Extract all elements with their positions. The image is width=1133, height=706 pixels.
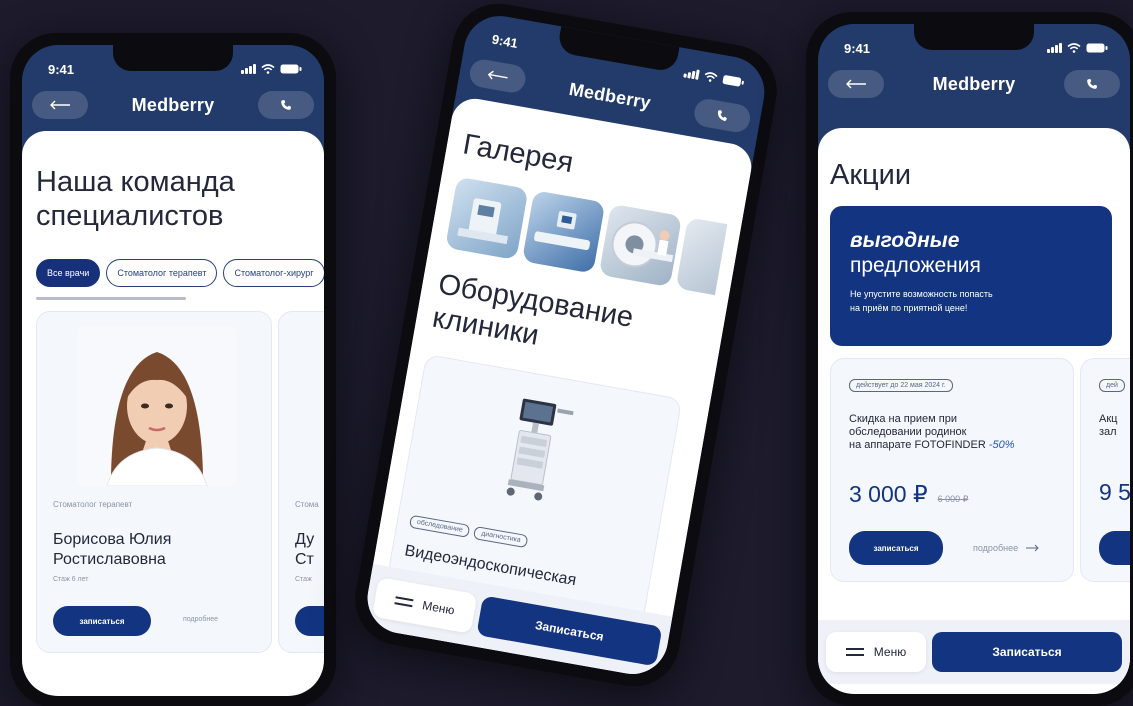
book-offer-button-next[interactable] [1099, 531, 1130, 565]
signal-icon [683, 67, 700, 80]
signal-icon [1047, 43, 1062, 53]
offer-details-link[interactable]: подробнее [973, 543, 1040, 553]
offer-card-next[interactable]: дей Акц зал 9 5 [1080, 358, 1130, 582]
hospital-bed-icon [534, 211, 591, 251]
gallery-screen: 9:41 Medberry Галерея Оборудование клини… [361, 10, 771, 680]
logo-medberry: Medberry [567, 78, 653, 113]
wifi-icon [1067, 43, 1081, 53]
arrow-left-icon [487, 70, 508, 80]
banner-title: выгодные предложения [850, 229, 981, 278]
team-content: Наша команда специалистов Все врачи Стом… [22, 131, 324, 696]
offer-valid-badge: действует до 22 мая 2024 г. [849, 379, 953, 392]
doctor-name: Борисова Юлия Ростиславовна [53, 531, 172, 568]
back-button[interactable] [828, 70, 884, 98]
page-title: Акции [830, 159, 912, 191]
status-icons [241, 64, 302, 74]
status-time: 9:41 [490, 31, 520, 51]
arrow-left-icon [846, 79, 866, 89]
bottom-bar: Меню Записаться [818, 620, 1130, 684]
gallery-title: Галерея [460, 128, 576, 180]
offer-text: Скидка на прием при обследовании родинок… [849, 413, 1015, 452]
promo-banner[interactable]: выгодные предложения Не упустите возможн… [830, 206, 1112, 346]
top-navbar: Medberry [828, 68, 1120, 100]
team-screen: 9:41 Medberry Наша команда специалистов … [22, 45, 324, 696]
phone-promo-screen: 9:41 Medberry Акции выгодные предложения [806, 12, 1133, 706]
offer-card[interactable]: действует до 22 мая 2024 г. Скидка на пр… [830, 358, 1074, 582]
back-button[interactable] [467, 57, 528, 95]
offer-price-row: 3 000 ₽ 6 000 ₽ [849, 481, 968, 508]
phone-gallery-screen: 9:41 Medberry Галерея Оборудование клини… [348, 0, 784, 694]
phone-notch [113, 45, 233, 71]
offer-price: 3 000 ₽ [849, 481, 928, 507]
logo-medberry: Medberry [131, 94, 215, 115]
hamburger-icon [845, 648, 864, 656]
equipment-tag: диагностика [473, 526, 529, 549]
offer-discount: -50% [988, 439, 1015, 452]
signal-icon [241, 64, 256, 74]
equipment-tags: обследование диагностика [408, 514, 529, 549]
doctor-experience: Стаж 6 лет [53, 576, 89, 583]
top-navbar: Medberry [32, 89, 314, 121]
gallery-photo[interactable] [675, 217, 728, 296]
menu-button[interactable]: Меню [371, 577, 478, 634]
doctor-portrait-icon [106, 352, 208, 486]
status-time: 9:41 [48, 61, 75, 77]
ct-scanner-icon [611, 221, 674, 268]
doctor-specialty: Стоматолог терапевт [53, 500, 133, 509]
battery-icon [722, 74, 745, 88]
filter-therapist[interactable]: Стоматолог терапевт [106, 259, 218, 287]
logo-medberry: Medberry [932, 73, 1016, 94]
book-doctor-button[interactable]: записаться [53, 606, 151, 636]
back-button[interactable] [32, 91, 88, 119]
doctor-details-link[interactable]: подробнее [183, 616, 218, 623]
book-offer-button[interactable]: записаться [849, 531, 943, 565]
promo-screen: 9:41 Medberry Акции выгодные предложения [818, 24, 1130, 694]
offer-old-price: 6 000 ₽ [937, 494, 969, 504]
endoscopy-rack-icon [506, 398, 574, 501]
status-icons [1047, 43, 1108, 53]
phone-icon [1087, 79, 1097, 89]
wifi-icon [261, 64, 275, 74]
battery-icon [280, 64, 302, 74]
filter-all-doctors[interactable]: Все врачи [36, 259, 101, 287]
doctor-card-next[interactable]: Стома Ду Ст Стаж [278, 311, 324, 653]
call-button[interactable] [257, 91, 314, 119]
medical-equipment-icon [457, 198, 508, 245]
equipment-tag: обследование [408, 514, 471, 538]
phone-icon [717, 110, 727, 121]
phone-icon [281, 100, 291, 110]
gallery-photo[interactable] [445, 176, 529, 261]
arrow-left-icon [50, 100, 70, 110]
equipment-title: Оборудование клиники [429, 268, 636, 353]
status-time: 9:41 [844, 40, 871, 56]
gallery-photo[interactable] [521, 190, 606, 274]
page-title: Наша команда специалистов [36, 166, 235, 233]
battery-icon [1086, 43, 1108, 53]
wifi-icon [703, 71, 719, 83]
phone-team-screen: 9:41 Medberry Наша команда специалистов … [10, 33, 336, 706]
promo-content: Акции выгодные предложения Не упустите в… [818, 128, 1130, 694]
doctor-photo [77, 326, 237, 486]
gallery-photo[interactable] [598, 203, 683, 288]
status-icons [683, 67, 745, 87]
filter-surgeon[interactable]: Стоматолог-хирург [223, 259, 324, 287]
doctor-card[interactable]: Стоматолог терапевт Борисова Юлия Ростис… [36, 311, 272, 653]
phone-notch [914, 24, 1034, 50]
arrow-right-icon [1026, 544, 1039, 552]
book-appointment-button[interactable]: Записаться [932, 632, 1122, 672]
menu-button[interactable]: Меню [826, 632, 926, 672]
hamburger-icon [394, 596, 414, 608]
tabs-scrollbar[interactable] [36, 297, 186, 300]
call-button[interactable] [1063, 70, 1120, 98]
banner-text: Не упустите возможность попасть на приём… [850, 289, 993, 313]
call-button[interactable] [692, 96, 753, 135]
book-doctor-button-next[interactable] [295, 606, 324, 636]
doctor-filter-tabs: Все врачи Стоматолог терапевт Стоматолог… [36, 259, 324, 287]
